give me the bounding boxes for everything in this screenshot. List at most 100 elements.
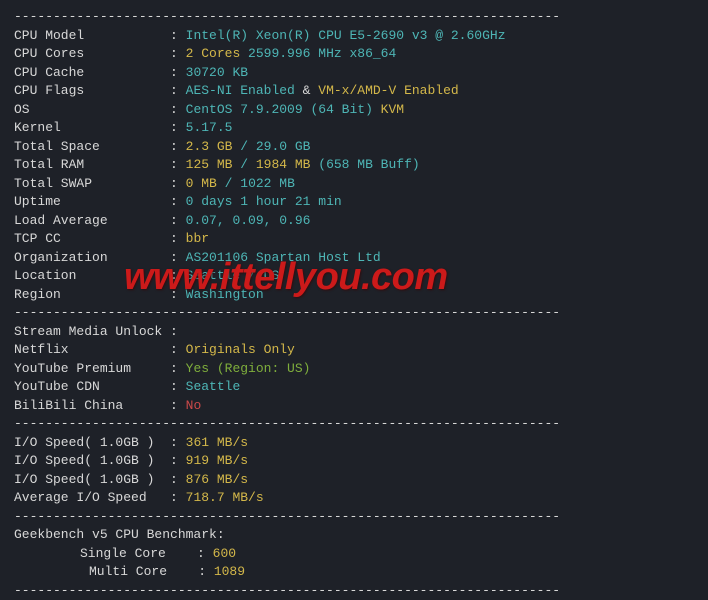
info-value: 2599.996 MHz x86_64 <box>240 46 396 61</box>
info-label: Stream Media Unlock <box>14 324 170 339</box>
info-value: / <box>232 157 255 172</box>
info-value: VM-x/AMD-V Enabled <box>318 83 458 98</box>
info-value: AES-NI Enabled <box>186 83 295 98</box>
info-row: Total SWAP : 0 MB / 1022 MB <box>14 175 694 194</box>
info-label: BiliBili China <box>14 398 170 413</box>
info-value: bbr <box>186 231 209 246</box>
colon: : <box>170 83 186 98</box>
info-row: I/O Speed( 1.0GB ) : 919 MB/s <box>14 452 694 471</box>
info-row: I/O Speed( 1.0GB ) : 361 MB/s <box>14 434 694 453</box>
info-value: 30720 KB <box>186 65 248 80</box>
info-row: Stream Media Unlock : <box>14 323 694 342</box>
info-label: YouTube Premium <box>14 361 170 376</box>
divider-top: ----------------------------------------… <box>14 8 694 27</box>
info-row: Average I/O Speed : 718.7 MB/s <box>14 489 694 508</box>
geekbench-multi-value: 1089 <box>214 564 245 579</box>
info-row: YouTube CDN : Seattle <box>14 378 694 397</box>
colon: : <box>170 287 186 302</box>
info-label: CPU Cores <box>14 46 170 61</box>
colon: : <box>170 435 186 450</box>
geekbench-single-value: 600 <box>213 546 236 561</box>
info-value: 361 MB/s <box>186 435 248 450</box>
info-row: CPU Model : Intel(R) Xeon(R) CPU E5-2690… <box>14 27 694 46</box>
info-label: Region <box>14 287 170 302</box>
info-row: Netflix : Originals Only <box>14 341 694 360</box>
info-value: Seattle / US <box>186 268 280 283</box>
info-value: AS201106 Spartan Host Ltd <box>186 250 381 265</box>
info-value: & <box>295 83 318 98</box>
info-value: 125 MB <box>186 157 233 172</box>
info-label: I/O Speed( 1.0GB ) <box>14 472 170 487</box>
info-row: I/O Speed( 1.0GB ) : 876 MB/s <box>14 471 694 490</box>
colon: : <box>170 46 186 61</box>
info-label: Average I/O Speed <box>14 490 170 505</box>
info-row: Total Space : 2.3 GB / 29.0 GB <box>14 138 694 157</box>
geekbench-single-label: Single Core <box>14 546 166 561</box>
info-label: Kernel <box>14 120 170 135</box>
info-row: CPU Cores : 2 Cores 2599.996 MHz x86_64 <box>14 45 694 64</box>
info-value: 2 Cores <box>186 46 241 61</box>
divider-bottom: ----------------------------------------… <box>14 582 694 600</box>
colon: : <box>170 102 186 117</box>
info-row: CPU Flags : AES-NI Enabled & VM-x/AMD-V … <box>14 82 694 101</box>
io-speed-block: I/O Speed( 1.0GB ) : 361 MB/sI/O Speed( … <box>14 434 694 508</box>
info-value: Yes (Region: US) <box>186 361 311 376</box>
info-label: I/O Speed( 1.0GB ) <box>14 453 170 468</box>
colon: : <box>170 213 186 228</box>
info-label: OS <box>14 102 170 117</box>
info-row: Organization : AS201106 Spartan Host Ltd <box>14 249 694 268</box>
info-label: CPU Model <box>14 28 170 43</box>
info-value: KVM <box>373 102 404 117</box>
info-label: CPU Flags <box>14 83 170 98</box>
info-label: Organization <box>14 250 170 265</box>
info-row: Region : Washington <box>14 286 694 305</box>
colon: : <box>170 453 186 468</box>
info-value: 1984 MB <box>256 157 311 172</box>
info-label: CPU Cache <box>14 65 170 80</box>
geekbench-single-row: Single Core : 600 <box>14 545 694 564</box>
info-row: TCP CC : bbr <box>14 230 694 249</box>
info-value: (658 MB Buff) <box>310 157 419 172</box>
info-row: BiliBili China : No <box>14 397 694 416</box>
colon: : <box>170 65 186 80</box>
colon: : <box>170 342 186 357</box>
colon: : <box>170 361 186 376</box>
colon: : <box>170 176 186 191</box>
colon: : <box>170 250 186 265</box>
colon: : <box>170 268 186 283</box>
info-row: Location : Seattle / US <box>14 267 694 286</box>
colon: : <box>170 120 186 135</box>
info-value: / <box>232 139 255 154</box>
info-label: I/O Speed( 1.0GB ) <box>14 435 170 450</box>
colon: : <box>170 231 186 246</box>
info-row: Total RAM : 125 MB / 1984 MB (658 MB Buf… <box>14 156 694 175</box>
info-value: 29.0 GB <box>256 139 311 154</box>
info-row: Uptime : 0 days 1 hour 21 min <box>14 193 694 212</box>
info-row: Kernel : 5.17.5 <box>14 119 694 138</box>
colon: : <box>170 398 186 413</box>
info-row: YouTube Premium : Yes (Region: US) <box>14 360 694 379</box>
info-value: Seattle <box>186 379 241 394</box>
divider-4: ----------------------------------------… <box>14 508 694 527</box>
stream-media-block: Stream Media Unlock : Netflix : Original… <box>14 323 694 416</box>
colon: : <box>170 324 186 339</box>
info-value: CentOS 7.9.2009 (64 Bit) <box>186 102 373 117</box>
info-label: Location <box>14 268 170 283</box>
info-value: 718.7 MB/s <box>186 490 264 505</box>
info-value: Intel(R) Xeon(R) CPU E5-2690 v3 @ 2.60GH… <box>186 28 506 43</box>
info-row: Load Average : 0.07, 0.09, 0.96 <box>14 212 694 231</box>
info-label: Netflix <box>14 342 170 357</box>
info-label: Total Space <box>14 139 170 154</box>
info-value: No <box>186 398 202 413</box>
colon: : <box>170 194 186 209</box>
info-value: 5.17.5 <box>186 120 233 135</box>
info-row: CPU Cache : 30720 KB <box>14 64 694 83</box>
geekbench-multi-row: Multi Core : 1089 <box>14 563 694 582</box>
info-value: 0 days 1 hour 21 min <box>186 194 342 209</box>
geekbench-multi-label: Multi Core <box>14 564 167 579</box>
info-value: / 1022 MB <box>217 176 295 191</box>
colon: : <box>170 157 186 172</box>
colon: : <box>170 139 186 154</box>
info-label: Total RAM <box>14 157 170 172</box>
info-label: Load Average <box>14 213 170 228</box>
